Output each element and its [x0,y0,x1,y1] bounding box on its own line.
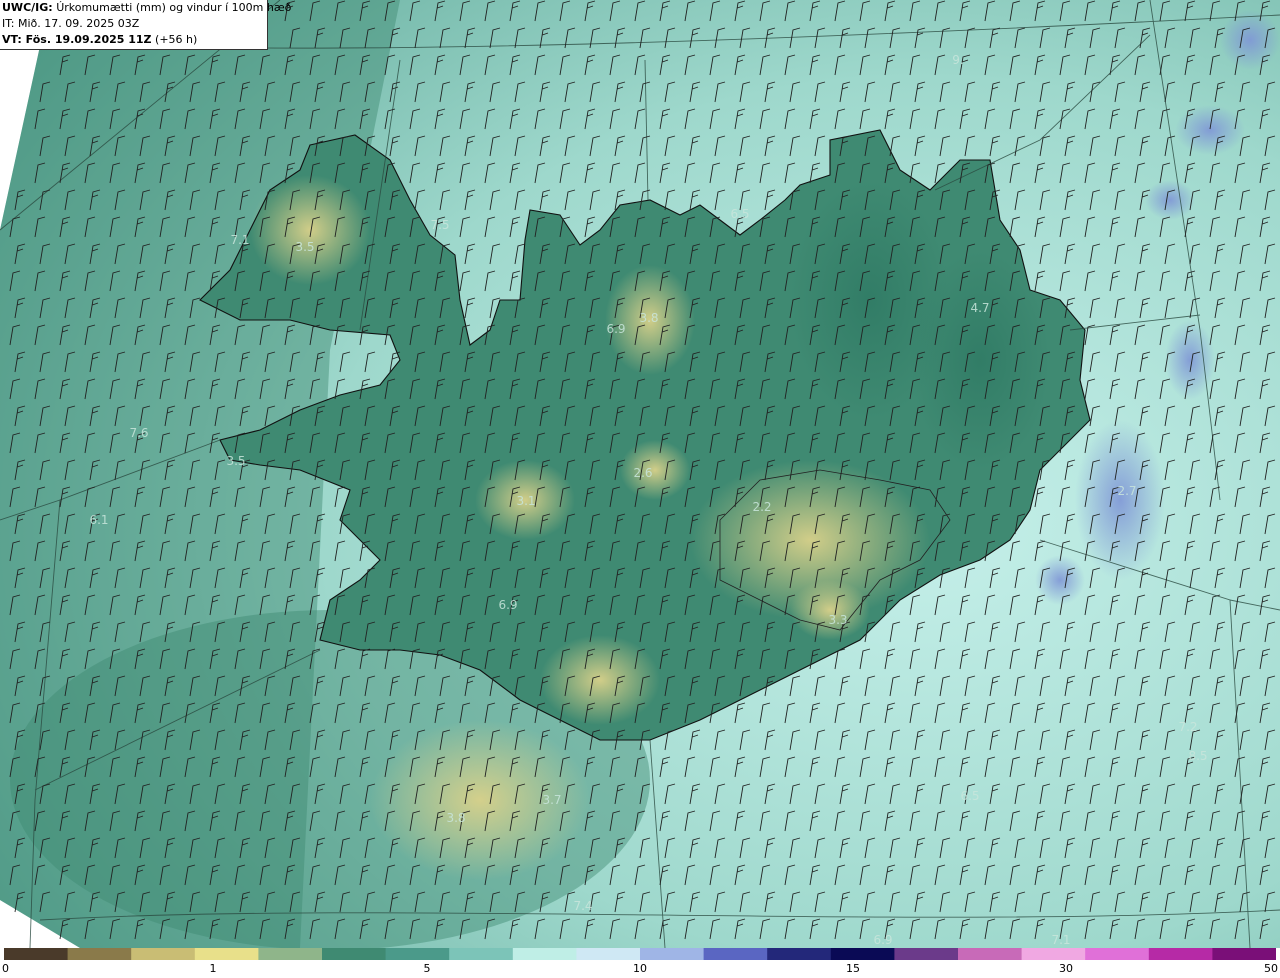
variable-label: Úrkomumætti (mm) og vindur í 100m hæð [56,1,292,14]
colorbar-segment [894,948,959,960]
map-value-label: 3.7 [542,793,561,807]
colorbar-tick-30: 30 [1059,962,1073,975]
map-value-label: 7.1 [1051,933,1070,947]
colorbar-segment [322,948,387,960]
colorbar-segment [1021,948,1086,960]
weather-map: 7.1 3.5 7.5 9. 6.5 4.7 3.8 7.6 3.5 6.1 3.1 2.6 2.2 2.… [0,0,1280,948]
map-value-label: 6.5 [730,207,749,221]
map-value-label: 3.8 [639,311,658,325]
colorbar-tick-5: 5 [423,962,431,975]
map-value-label: 3.5 [295,240,314,254]
colorbar-segment [67,948,132,960]
map-value-label: 6.9 [498,598,517,612]
map-value-label: 2.2 [752,500,771,514]
map-value-label: 3.5 [226,454,245,468]
title-row: UWC/IG: Úrkomumætti (mm) og vindur í 100… [2,0,291,16]
product-label: UWC/IG: [2,1,53,14]
colorbar-segment [449,948,514,960]
map-value-label: 2.6 [633,466,652,480]
map-value-label: 6.9 [873,933,892,947]
map-value-label: 6.5 [960,789,979,803]
map-value-label: 3.8 [446,811,465,825]
map-value-label: 7.4 [573,899,592,913]
colorbar-segment [385,948,450,960]
map-value-label: 4.7 [970,301,989,315]
colorbar-segment [640,948,705,960]
colorbar-tick-10: 10 [633,962,647,975]
colorbar-segment [512,948,577,960]
map-value-label: 7.1 [230,233,249,247]
map-value-label: 7.6 [129,426,148,440]
colorbar-segment [703,948,768,960]
map-value-label: 7.5 [430,218,449,232]
colorbar [4,948,1276,960]
colorbar-tick-0: 0 [2,962,9,975]
lead-time: (+56 h) [155,33,198,46]
map-value-label: 6.1 [89,513,108,527]
colorbar-segment [194,948,259,960]
map-value-label: 8.5 [1188,749,1207,763]
colorbar-segment [576,948,641,960]
map-value-label: 3.1 [516,494,535,508]
colorbar-segment [830,948,895,960]
colorbar-segment [1148,948,1213,960]
colorbar-tick-15: 15 [846,962,860,975]
colorbar-segment [4,948,69,960]
colorbar-tick-50: 50 [1264,962,1278,975]
init-time: IT: Mið. 17. 09. 2025 03Z [2,17,140,30]
valid-time: VT: Fös. 19.09.2025 11Z [2,33,152,46]
valid-time-row: VT: Fös. 19.09.2025 11Z (+56 h) [2,32,267,48]
map-value-label: 9. [952,53,963,67]
colorbar-segment [958,948,1023,960]
colorbar-segment [1212,948,1276,960]
colorbar-segment [1085,948,1150,960]
colorbar-segment [767,948,832,960]
colorbar-tick-1: 1 [209,962,217,975]
title-box: UWC/IG: Úrkomumætti (mm) og vindur í 100… [0,0,291,50]
map-value-label: 7.2 [1178,720,1197,734]
map-value-label: 3.3 [828,613,847,627]
map-value-label: 2.7 [1117,484,1136,498]
colorbar-segment [131,948,196,960]
colorbar-container: 0 1 5 10 15 30 50 [0,948,1280,978]
map-value-label: 6.9 [606,322,625,336]
colorbar-segment [258,948,323,960]
